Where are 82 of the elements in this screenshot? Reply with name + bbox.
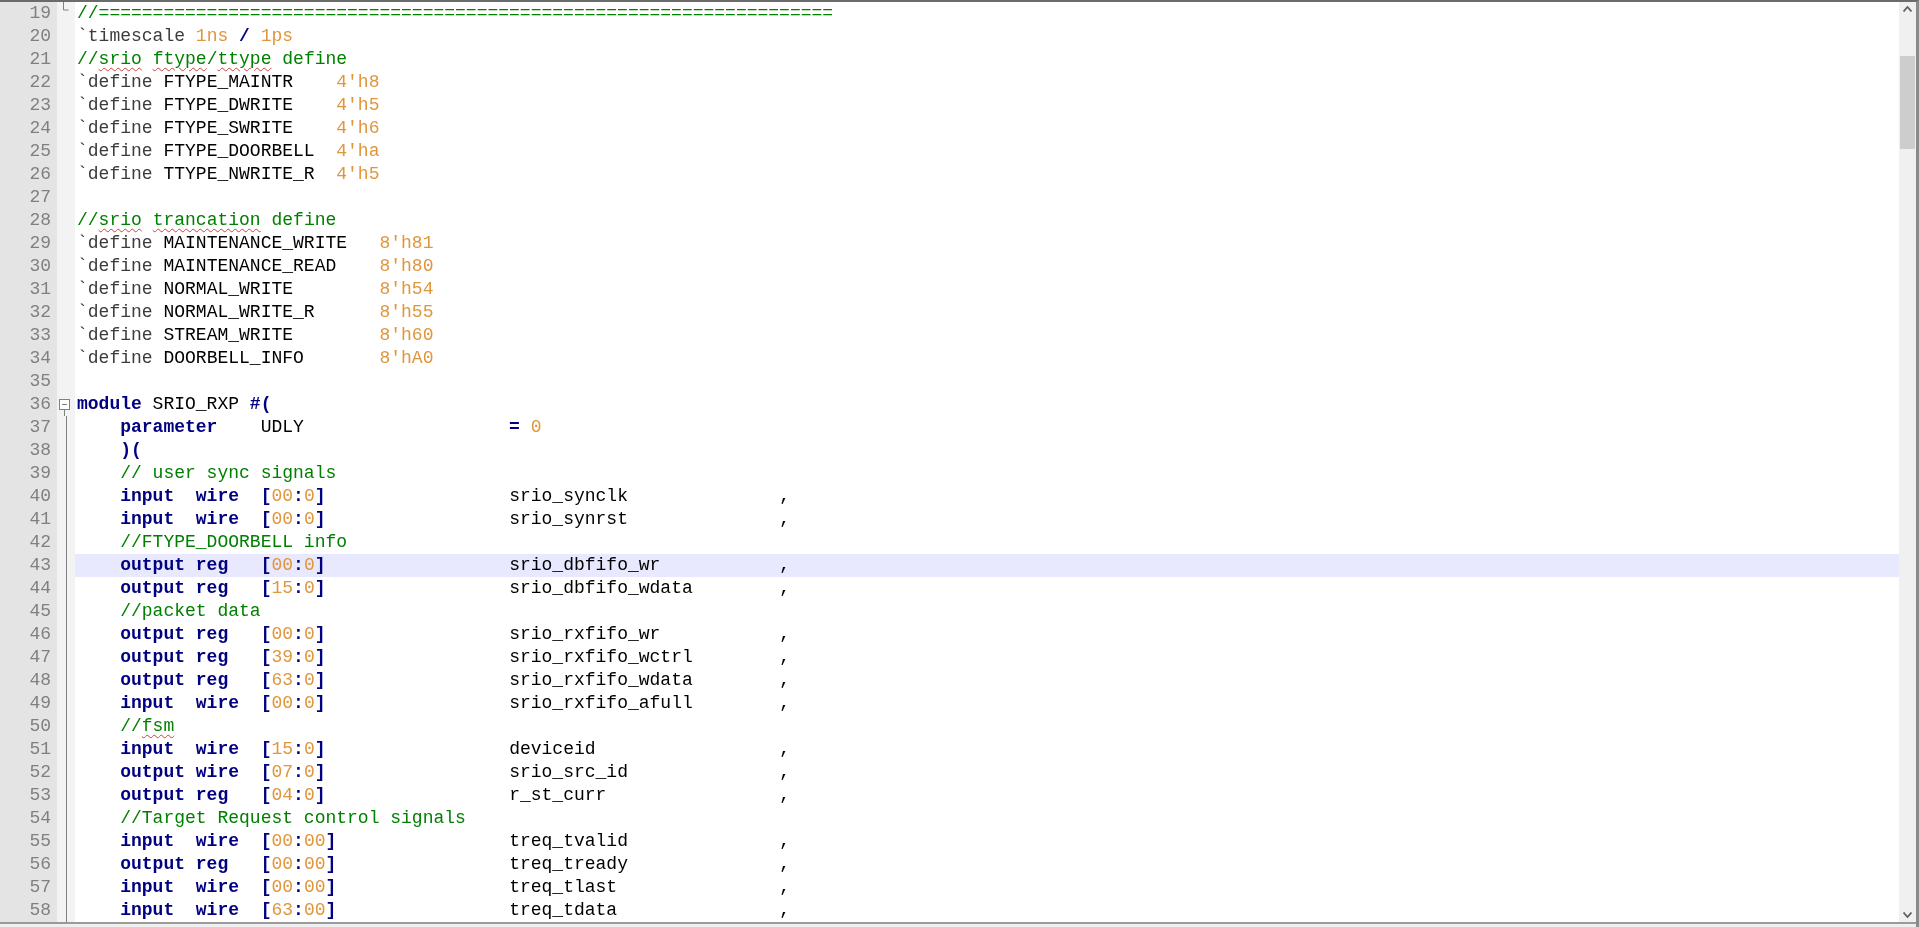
scrollbar[interactable] bbox=[1899, 2, 1916, 922]
line-number: 34 bbox=[29, 347, 51, 370]
line-number: 52 bbox=[29, 761, 51, 784]
line-number: 47 bbox=[29, 646, 51, 669]
line-number: 24 bbox=[29, 117, 51, 140]
line-number: 29 bbox=[29, 232, 51, 255]
code-line: //==================================================================== bbox=[77, 2, 834, 25]
code-line: output wire [07:0] srio_src_id , bbox=[119, 761, 790, 784]
line-number: 37 bbox=[29, 416, 51, 439]
code-line: output reg [00:00] treq_tready , bbox=[119, 853, 790, 876]
code-line: input wire [00:00] treq_tlast , bbox=[119, 876, 790, 899]
code-line: parameter UDLY = 0 bbox=[119, 416, 542, 439]
line-number: 51 bbox=[29, 738, 51, 761]
code-line: //packet data bbox=[119, 600, 261, 623]
line-number: 57 bbox=[29, 876, 51, 899]
line-number: 27 bbox=[29, 186, 51, 209]
code-line: `define MAINTENANCE_READ 8'h80 bbox=[77, 255, 434, 278]
line-number: 36 bbox=[29, 393, 51, 416]
code-line: //FTYPE_DOORBELL info bbox=[119, 531, 348, 554]
line-number: 38 bbox=[29, 439, 51, 462]
code-line: input wire [00:00] treq_tvalid , bbox=[119, 830, 790, 853]
line-number: 45 bbox=[29, 600, 51, 623]
code-line: //srio ftype/ttype define bbox=[77, 48, 348, 71]
line-number: 49 bbox=[29, 692, 51, 715]
code-line: `define FTYPE_MAINTR 4'h8 bbox=[77, 71, 380, 94]
code-line: output reg [00:0] srio_dbfifo_wr , bbox=[119, 554, 790, 577]
scroll-down-icon[interactable] bbox=[1903, 912, 1912, 918]
code-line: )( bbox=[119, 439, 142, 462]
code-line: input wire [00:0] srio_synclk , bbox=[119, 485, 790, 508]
line-number: 35 bbox=[29, 370, 51, 393]
line-number: 31 bbox=[29, 278, 51, 301]
code-line: `define STREAM_WRITE 8'h60 bbox=[77, 324, 434, 347]
line-number: 33 bbox=[29, 324, 51, 347]
code-line: `define DOORBELL_INFO 8'hA0 bbox=[77, 347, 434, 370]
line-number: 40 bbox=[29, 485, 51, 508]
code-line: output reg [04:0] r_st_curr , bbox=[119, 784, 790, 807]
line-number: 19 bbox=[29, 2, 51, 25]
code-line: `define FTYPE_DWRITE 4'h5 bbox=[77, 94, 380, 117]
line-number: 28 bbox=[29, 209, 51, 232]
code-line: input wire [00:0] srio_synrst , bbox=[119, 508, 790, 531]
line-number: 21 bbox=[29, 48, 51, 71]
line-number: 58 bbox=[29, 899, 51, 922]
code-line: `define FTYPE_DOORBELL 4'ha bbox=[77, 140, 380, 163]
code-line: //srio trancation define bbox=[77, 209, 337, 232]
code-line: `define NORMAL_WRITE_R 8'h55 bbox=[77, 301, 434, 324]
code-line: input wire [00:0] srio_rxfifo_afull , bbox=[119, 692, 790, 715]
code-line: input wire [15:0] deviceid , bbox=[119, 738, 790, 761]
line-number: 56 bbox=[29, 853, 51, 876]
line-number: 25 bbox=[29, 140, 51, 163]
line-number: 39 bbox=[29, 462, 51, 485]
code-line: output reg [39:0] srio_rxfifo_wctrl , bbox=[119, 646, 790, 669]
code-line: //fsm bbox=[119, 715, 175, 738]
line-number: 55 bbox=[29, 830, 51, 853]
code-line: `define MAINTENANCE_WRITE 8'h81 bbox=[77, 232, 434, 255]
line-number: 53 bbox=[29, 784, 51, 807]
line-number: 54 bbox=[29, 807, 51, 830]
code-line: `define NORMAL_WRITE 8'h54 bbox=[77, 278, 434, 301]
line-number: 44 bbox=[29, 577, 51, 600]
line-number: 32 bbox=[29, 301, 51, 324]
code-line: `define FTYPE_SWRITE 4'h6 bbox=[77, 117, 380, 140]
code-line: output reg [15:0] srio_dbfifo_wdata , bbox=[119, 577, 790, 600]
line-number: 43 bbox=[29, 554, 51, 577]
scroll-up-icon[interactable] bbox=[1903, 6, 1912, 12]
line-number: 22 bbox=[29, 71, 51, 94]
line-number: 50 bbox=[29, 715, 51, 738]
code-line: //Target Request control signals bbox=[119, 807, 466, 830]
code-line: input wire [63:00] treq_tdata , bbox=[119, 899, 790, 922]
code-line: output reg [63:0] srio_rxfifo_wdata , bbox=[119, 669, 790, 692]
code-line: `define TTYPE_NWRITE_R 4'h5 bbox=[77, 163, 380, 186]
code-line: // user sync signals bbox=[119, 462, 337, 485]
line-number: 23 bbox=[29, 94, 51, 117]
line-number: 26 bbox=[29, 163, 51, 186]
line-number: 30 bbox=[29, 255, 51, 278]
line-number: 46 bbox=[29, 623, 51, 646]
scrollbar-thumb[interactable] bbox=[1900, 56, 1915, 149]
line-number: 41 bbox=[29, 508, 51, 531]
code-line: `timescale 1ns / 1ps bbox=[77, 25, 294, 48]
code-line: module SRIO_RXP #( bbox=[77, 393, 272, 416]
line-number: 42 bbox=[29, 531, 51, 554]
line-number: 20 bbox=[29, 25, 51, 48]
line-number: 48 bbox=[29, 669, 51, 692]
code-line: output reg [00:0] srio_rxfifo_wr , bbox=[119, 623, 790, 646]
